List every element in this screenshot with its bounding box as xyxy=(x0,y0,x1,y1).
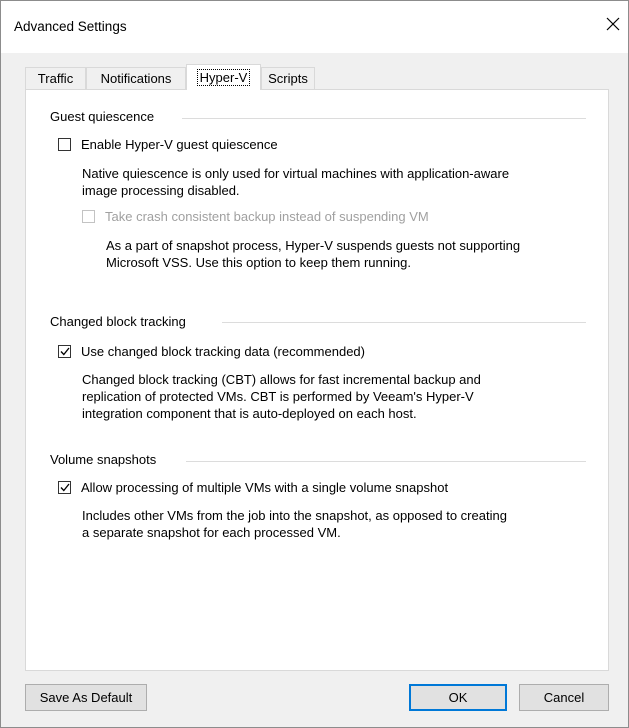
advanced-settings-dialog: Advanced Settings Traffic Notifications … xyxy=(0,0,629,728)
close-icon xyxy=(606,17,620,31)
crash-consistent-checkbox-row[interactable]: Take crash consistent backup instead of … xyxy=(82,209,429,224)
cbt-desc-line-3: integration component that is auto-deplo… xyxy=(82,406,417,421)
enable-quiescence-desc-line-1: Native quiescence is only used for virtu… xyxy=(82,166,510,181)
volume-snapshots-divider xyxy=(186,461,586,462)
ok-button[interactable]: OK xyxy=(409,684,507,711)
tab-hyper-v-label: Hyper-V xyxy=(196,69,251,86)
crash-consistent-desc-line-2: Microsoft VSS. Use this option to keep t… xyxy=(106,255,411,270)
title-bar: Advanced Settings xyxy=(1,1,628,53)
enable-quiescence-description: Native quiescence is only used for virtu… xyxy=(82,165,509,199)
hyper-v-panel: Guest quiescence Enable Hyper-V guest qu… xyxy=(25,89,609,671)
enable-quiescence-label: Enable Hyper-V guest quiescence xyxy=(81,137,278,152)
crash-consistent-desc-line-1: As a part of snapshot process, Hyper-V s… xyxy=(106,238,521,253)
cbt-description: Changed block tracking (CBT) allows for … xyxy=(82,371,481,422)
cbt-desc-line-1: Changed block tracking (CBT) allows for … xyxy=(82,372,481,387)
crash-consistent-checkbox[interactable] xyxy=(82,210,95,223)
allow-multiple-vms-checkbox[interactable] xyxy=(58,481,71,494)
save-as-default-label: Save As Default xyxy=(39,690,133,705)
dialog-title: Advanced Settings xyxy=(14,19,127,34)
ok-label: OK xyxy=(448,690,468,705)
allow-multiple-vms-checkbox-row[interactable]: Allow processing of multiple VMs with a … xyxy=(58,480,448,495)
tab-traffic[interactable]: Traffic xyxy=(25,67,86,89)
cbt-title: Changed block tracking xyxy=(50,314,186,329)
volume-snapshots-description: Includes other VMs from the job into the… xyxy=(82,507,507,541)
use-cbt-checkbox-row[interactable]: Use changed block tracking data (recomme… xyxy=(58,344,365,359)
tab-traffic-label: Traffic xyxy=(37,71,74,86)
crash-consistent-label: Take crash consistent backup instead of … xyxy=(105,209,429,224)
use-cbt-checkbox[interactable] xyxy=(58,345,71,358)
crash-consistent-description: As a part of snapshot process, Hyper-V s… xyxy=(106,237,520,271)
enable-quiescence-checkbox-row[interactable]: Enable Hyper-V guest quiescence xyxy=(58,137,278,152)
tab-hyper-v[interactable]: Hyper-V xyxy=(186,64,261,90)
save-as-default-button[interactable]: Save As Default xyxy=(25,684,147,711)
enable-quiescence-checkbox[interactable] xyxy=(58,138,71,151)
use-cbt-label: Use changed block tracking data (recomme… xyxy=(81,344,365,359)
tab-notifications[interactable]: Notifications xyxy=(86,67,186,89)
guest-quiescence-title: Guest quiescence xyxy=(50,109,155,124)
volume-desc-line-1: Includes other VMs from the job into the… xyxy=(82,508,507,523)
volume-desc-line-2: a separate snapshot for each processed V… xyxy=(82,525,341,540)
checkmark-icon xyxy=(60,347,70,356)
cbt-divider xyxy=(222,322,586,323)
cbt-desc-line-2: replication of protected VMs. CBT is per… xyxy=(82,389,474,404)
enable-quiescence-desc-line-2: image processing disabled. xyxy=(82,183,240,198)
cancel-label: Cancel xyxy=(543,690,585,705)
tab-notifications-label: Notifications xyxy=(100,71,172,86)
guest-quiescence-divider xyxy=(182,118,586,119)
volume-snapshots-title: Volume snapshots xyxy=(50,452,157,467)
close-button[interactable] xyxy=(598,9,628,39)
cancel-button[interactable]: Cancel xyxy=(519,684,609,711)
checkmark-icon xyxy=(60,483,70,492)
tab-scripts-label: Scripts xyxy=(268,71,308,86)
tab-scripts[interactable]: Scripts xyxy=(261,67,315,89)
allow-multiple-vms-label: Allow processing of multiple VMs with a … xyxy=(81,480,449,495)
